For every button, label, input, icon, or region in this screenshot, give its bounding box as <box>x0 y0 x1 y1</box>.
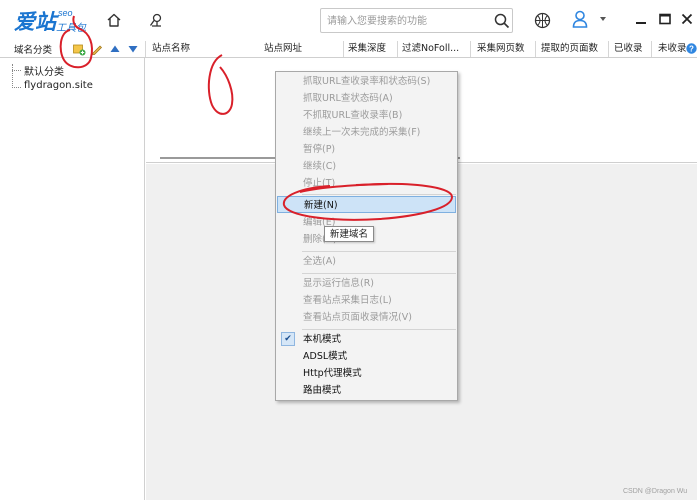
column-indexed[interactable]: 已收录 <box>614 41 643 57</box>
menu-item-local-mode[interactable]: 本机模式 <box>276 331 457 348</box>
domain-tree-panel <box>0 58 145 500</box>
column-filter-nofollow[interactable]: 过滤NoFoll... <box>402 41 459 57</box>
menu-item-continue: 继续(C) <box>303 161 337 172</box>
user-icon[interactable] <box>570 9 590 29</box>
tooltip-new-domain: 新建域名 <box>324 226 375 242</box>
tree-item-default-category[interactable]: 默认分类 <box>24 63 64 78</box>
dropdown-arrow-icon[interactable] <box>598 14 608 24</box>
location-settings-icon[interactable] <box>146 10 166 30</box>
sidebar-header-label: 域名分类 <box>14 45 53 56</box>
menu-item-index-only: 不抓取URL查收录率(B) <box>303 110 403 121</box>
maximize-icon[interactable] <box>656 10 674 28</box>
basketball-icon[interactable] <box>532 10 552 30</box>
menu-item-pause: 暂停(P) <box>303 144 336 155</box>
svg-text:?: ? <box>689 44 694 53</box>
column-crawled-pages[interactable]: 采集网页数 <box>477 41 525 57</box>
logo-main-text: 爱站 <box>14 9 56 34</box>
menu-item-stop: 停止(T) <box>303 178 336 189</box>
search-input[interactable] <box>327 12 487 30</box>
minimize-icon[interactable] <box>632 10 650 28</box>
column-site-name[interactable]: 站点名称 <box>152 41 190 57</box>
menu-item-resume-last: 继续上一次未完成的采集(F) <box>303 127 421 138</box>
app-logo: 爱站 seo 工具包 <box>14 6 90 34</box>
menu-item-router-mode[interactable]: 路由模式 <box>276 382 457 399</box>
close-icon[interactable] <box>678 10 696 28</box>
help-icon[interactable]: ? <box>686 41 697 55</box>
menu-item-view-index-status: 查看站点页面收录情况(V) <box>303 312 412 323</box>
column-site-url[interactable]: 站点网址 <box>264 41 302 57</box>
tree-item-flydragon-site[interactable]: flydragon.site <box>24 80 93 91</box>
menu-item-select-all: 全选(A) <box>303 256 336 267</box>
home-icon[interactable] <box>104 10 124 30</box>
add-domain-icon[interactable] <box>72 42 86 56</box>
menu-item-show-run-info: 显示运行信息(R) <box>303 278 375 289</box>
logo-sub-text: 工具包 <box>56 23 86 34</box>
menu-item-adsl-mode[interactable]: ADSL模式 <box>276 348 457 365</box>
search-icon[interactable] <box>493 12 511 30</box>
menu-item-new[interactable]: 新建(N) <box>277 196 456 213</box>
edit-icon[interactable] <box>90 42 104 56</box>
search-box[interactable] <box>320 8 513 33</box>
move-up-icon[interactable] <box>108 42 122 56</box>
column-crawl-depth[interactable]: 采集深度 <box>348 41 386 57</box>
logo-seo-text: seo <box>58 8 73 18</box>
menu-item-view-crawl-log: 查看站点采集日志(L) <box>303 295 392 306</box>
title-bar: 爱站 seo 工具包 <box>0 0 697 40</box>
move-down-icon[interactable] <box>126 42 140 56</box>
menu-item-crawl-index-status: 抓取URL查收录率和状态码(S) <box>303 76 431 87</box>
watermark: CSDN @Dragon Wu <box>623 488 688 495</box>
menu-item-http-proxy-mode[interactable]: Http代理模式 <box>276 365 457 382</box>
column-not-indexed[interactable]: 未收录 <box>658 41 687 57</box>
menu-item-crawl-status: 抓取URL查状态码(A) <box>303 93 393 104</box>
column-extracted-pages[interactable]: 提取的页面数 <box>541 41 598 57</box>
